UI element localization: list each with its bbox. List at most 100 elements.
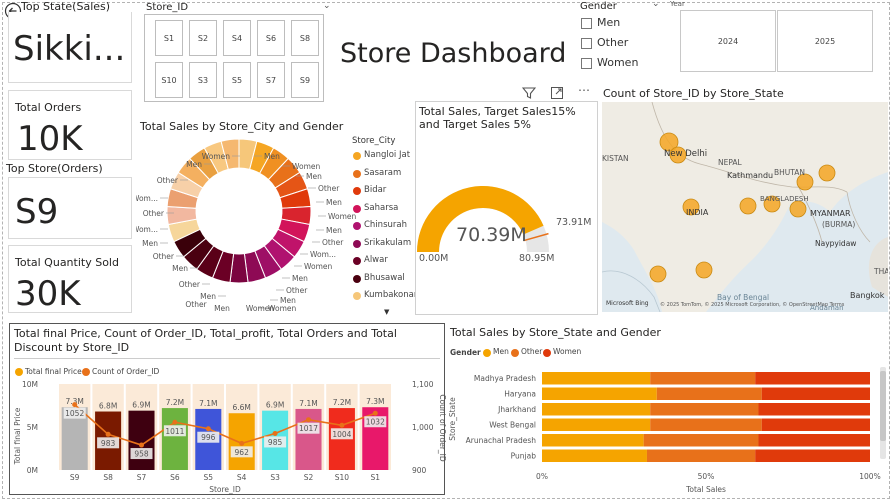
donut-legend-label[interactable]: Alwar xyxy=(364,255,388,265)
store-slicer-item[interactable]: S4 xyxy=(223,20,251,56)
donut-data-label: Other xyxy=(179,280,201,289)
donut-data-label: Men xyxy=(292,274,308,283)
stacked-legend-label[interactable]: Women xyxy=(553,347,581,356)
chevron-down-icon[interactable]: ⌄ xyxy=(652,0,660,9)
stacked-bar-segment[interactable] xyxy=(542,434,644,447)
year-2025-tile[interactable]: 2025 xyxy=(777,10,873,72)
combo-line-point[interactable] xyxy=(172,419,178,425)
stacked-bar-segment[interactable] xyxy=(542,418,651,432)
stacked-bar-segment[interactable] xyxy=(542,449,647,463)
gender-women-checkbox[interactable] xyxy=(581,58,592,69)
store-slicer-item[interactable]: S10 xyxy=(155,62,183,98)
combo-line-point[interactable] xyxy=(205,426,211,432)
donut-legend-dot xyxy=(353,152,361,160)
combo-y-left-label: Total final Price xyxy=(13,407,22,465)
gender-other-checkbox[interactable] xyxy=(581,38,592,49)
donut-legend-dot xyxy=(353,169,361,178)
top-state-title: Top State(Sales) xyxy=(21,0,111,13)
donut-legend-label[interactable]: Chinsurah xyxy=(364,220,407,230)
donut-data-label: Other xyxy=(153,252,175,261)
donut-legend-dot xyxy=(353,239,361,248)
gender-men-checkbox[interactable] xyxy=(581,18,592,29)
combo-x-tick: S6 xyxy=(170,473,180,482)
stacked-bar-segment[interactable] xyxy=(542,372,651,385)
store-slicer-item[interactable]: S9 xyxy=(291,62,319,98)
donut-legend-label[interactable]: Nangloi Jat xyxy=(364,150,410,160)
map-bubble[interactable] xyxy=(789,200,807,218)
map-bubble[interactable] xyxy=(695,261,713,279)
map-label-tha: THA xyxy=(874,267,888,276)
stacked-legend-label[interactable]: Other xyxy=(521,347,542,356)
map-bubble[interactable] xyxy=(818,164,836,182)
combo-line-point[interactable] xyxy=(239,440,245,446)
donut-legend-label[interactable]: Bidar xyxy=(364,185,386,195)
chevron-down-icon[interactable]: ⌄ xyxy=(323,1,331,11)
donut-legend-label[interactable]: Sasaram xyxy=(364,168,401,178)
donut-legend-title: Store_City xyxy=(352,136,396,146)
gender-slicer: Gender ⌄ Men Other Women xyxy=(578,0,666,80)
store-slicer-item[interactable]: S5 xyxy=(223,62,251,98)
map-visual[interactable]: KISTAN New Delhi NEPAL Kathmandu BHUTAN … xyxy=(602,102,888,312)
combo-line-point[interactable] xyxy=(105,431,111,437)
combo-line-point[interactable] xyxy=(339,422,345,428)
combo-line-point[interactable] xyxy=(272,430,278,436)
donut-legend-label[interactable]: Bhusawal xyxy=(364,273,405,283)
combo-bar-label: 6.6M xyxy=(232,403,250,412)
stacked-bar-segment[interactable] xyxy=(761,387,870,401)
donut-legend-label[interactable]: Saharsa xyxy=(364,203,398,213)
year-2024-label: 2024 xyxy=(717,36,739,46)
stacked-bar-segment[interactable] xyxy=(656,387,762,401)
filter-icon[interactable] xyxy=(521,85,537,99)
combo-line-point[interactable] xyxy=(139,442,144,448)
combo-bar-label: 7.2M xyxy=(333,398,351,407)
store-slicer-item[interactable]: S6 xyxy=(257,20,285,56)
donut-legend-label[interactable]: Kumbakonam xyxy=(364,290,422,300)
stacked-bar-segment[interactable] xyxy=(758,403,870,416)
donut-data-label: Men xyxy=(172,264,188,273)
stacked-bar-segment[interactable] xyxy=(758,434,870,447)
combo-line-label: 985 xyxy=(268,438,283,447)
store-slicer-item[interactable]: S7 xyxy=(257,62,285,98)
stacked-bar-segment[interactable] xyxy=(643,434,759,447)
gauge-max-label: 80.95M xyxy=(519,253,555,264)
store-slicer-item[interactable]: S1 xyxy=(155,20,183,56)
map-bubble[interactable] xyxy=(649,265,667,283)
combo-left-tick: 10M xyxy=(22,380,38,389)
combo-line-label: 962 xyxy=(235,448,250,457)
stacked-bar-segment[interactable] xyxy=(761,418,870,432)
stacked-bar-segment[interactable] xyxy=(755,372,870,385)
legend-more-icon[interactable]: ▼ xyxy=(384,308,389,316)
donut-data-label: Men xyxy=(326,198,342,207)
more-options-icon[interactable]: ⋯ xyxy=(578,84,594,99)
focus-mode-icon[interactable] xyxy=(550,85,564,99)
stacked-bar-segment[interactable] xyxy=(755,449,870,463)
combo-line-point[interactable] xyxy=(72,402,78,408)
combo-bar[interactable] xyxy=(161,408,188,470)
combo-line-point[interactable] xyxy=(372,410,378,416)
year-2024-tile[interactable]: 2024 xyxy=(680,10,776,72)
donut-legend-label[interactable]: Srikakulam xyxy=(364,238,411,248)
stacked-bar-segment[interactable] xyxy=(650,418,762,432)
stacked-scrollbar[interactable] xyxy=(880,367,886,459)
stacked-chart-svg: Store_State Madhya Pradesh Haryana Jharkhan… xyxy=(448,372,881,494)
map-bubble[interactable] xyxy=(739,197,757,215)
store-slicer-item[interactable]: S8 xyxy=(291,20,319,56)
combo-line-label: 996 xyxy=(201,433,216,442)
stacked-bar-segment[interactable] xyxy=(542,387,657,401)
stacked-y-label: Store_State xyxy=(448,397,457,441)
combo-line-point[interactable] xyxy=(306,417,311,423)
store-slicer-item[interactable]: S3 xyxy=(189,62,217,98)
stacked-bar-segment[interactable] xyxy=(650,372,756,385)
stacked-bar-segment[interactable] xyxy=(646,449,756,463)
combo-bar[interactable] xyxy=(128,410,155,470)
stacked-bar-segment[interactable] xyxy=(650,403,759,416)
stacked-legend-label[interactable]: Men xyxy=(493,347,509,356)
total-orders-card: Total Orders 10K xyxy=(8,90,132,160)
top-state-value: Sikki... xyxy=(13,29,126,69)
stacked-scrollbar-thumb[interactable] xyxy=(880,371,886,441)
combo-chart-visual: Total final Price, Count of Order_ID, To… xyxy=(9,323,446,495)
combo-right-tick: 900 xyxy=(412,466,427,475)
combo-left-tick: 5M xyxy=(27,423,38,432)
store-slicer-item[interactable]: S2 xyxy=(189,20,217,56)
stacked-bar-segment[interactable] xyxy=(542,403,651,416)
